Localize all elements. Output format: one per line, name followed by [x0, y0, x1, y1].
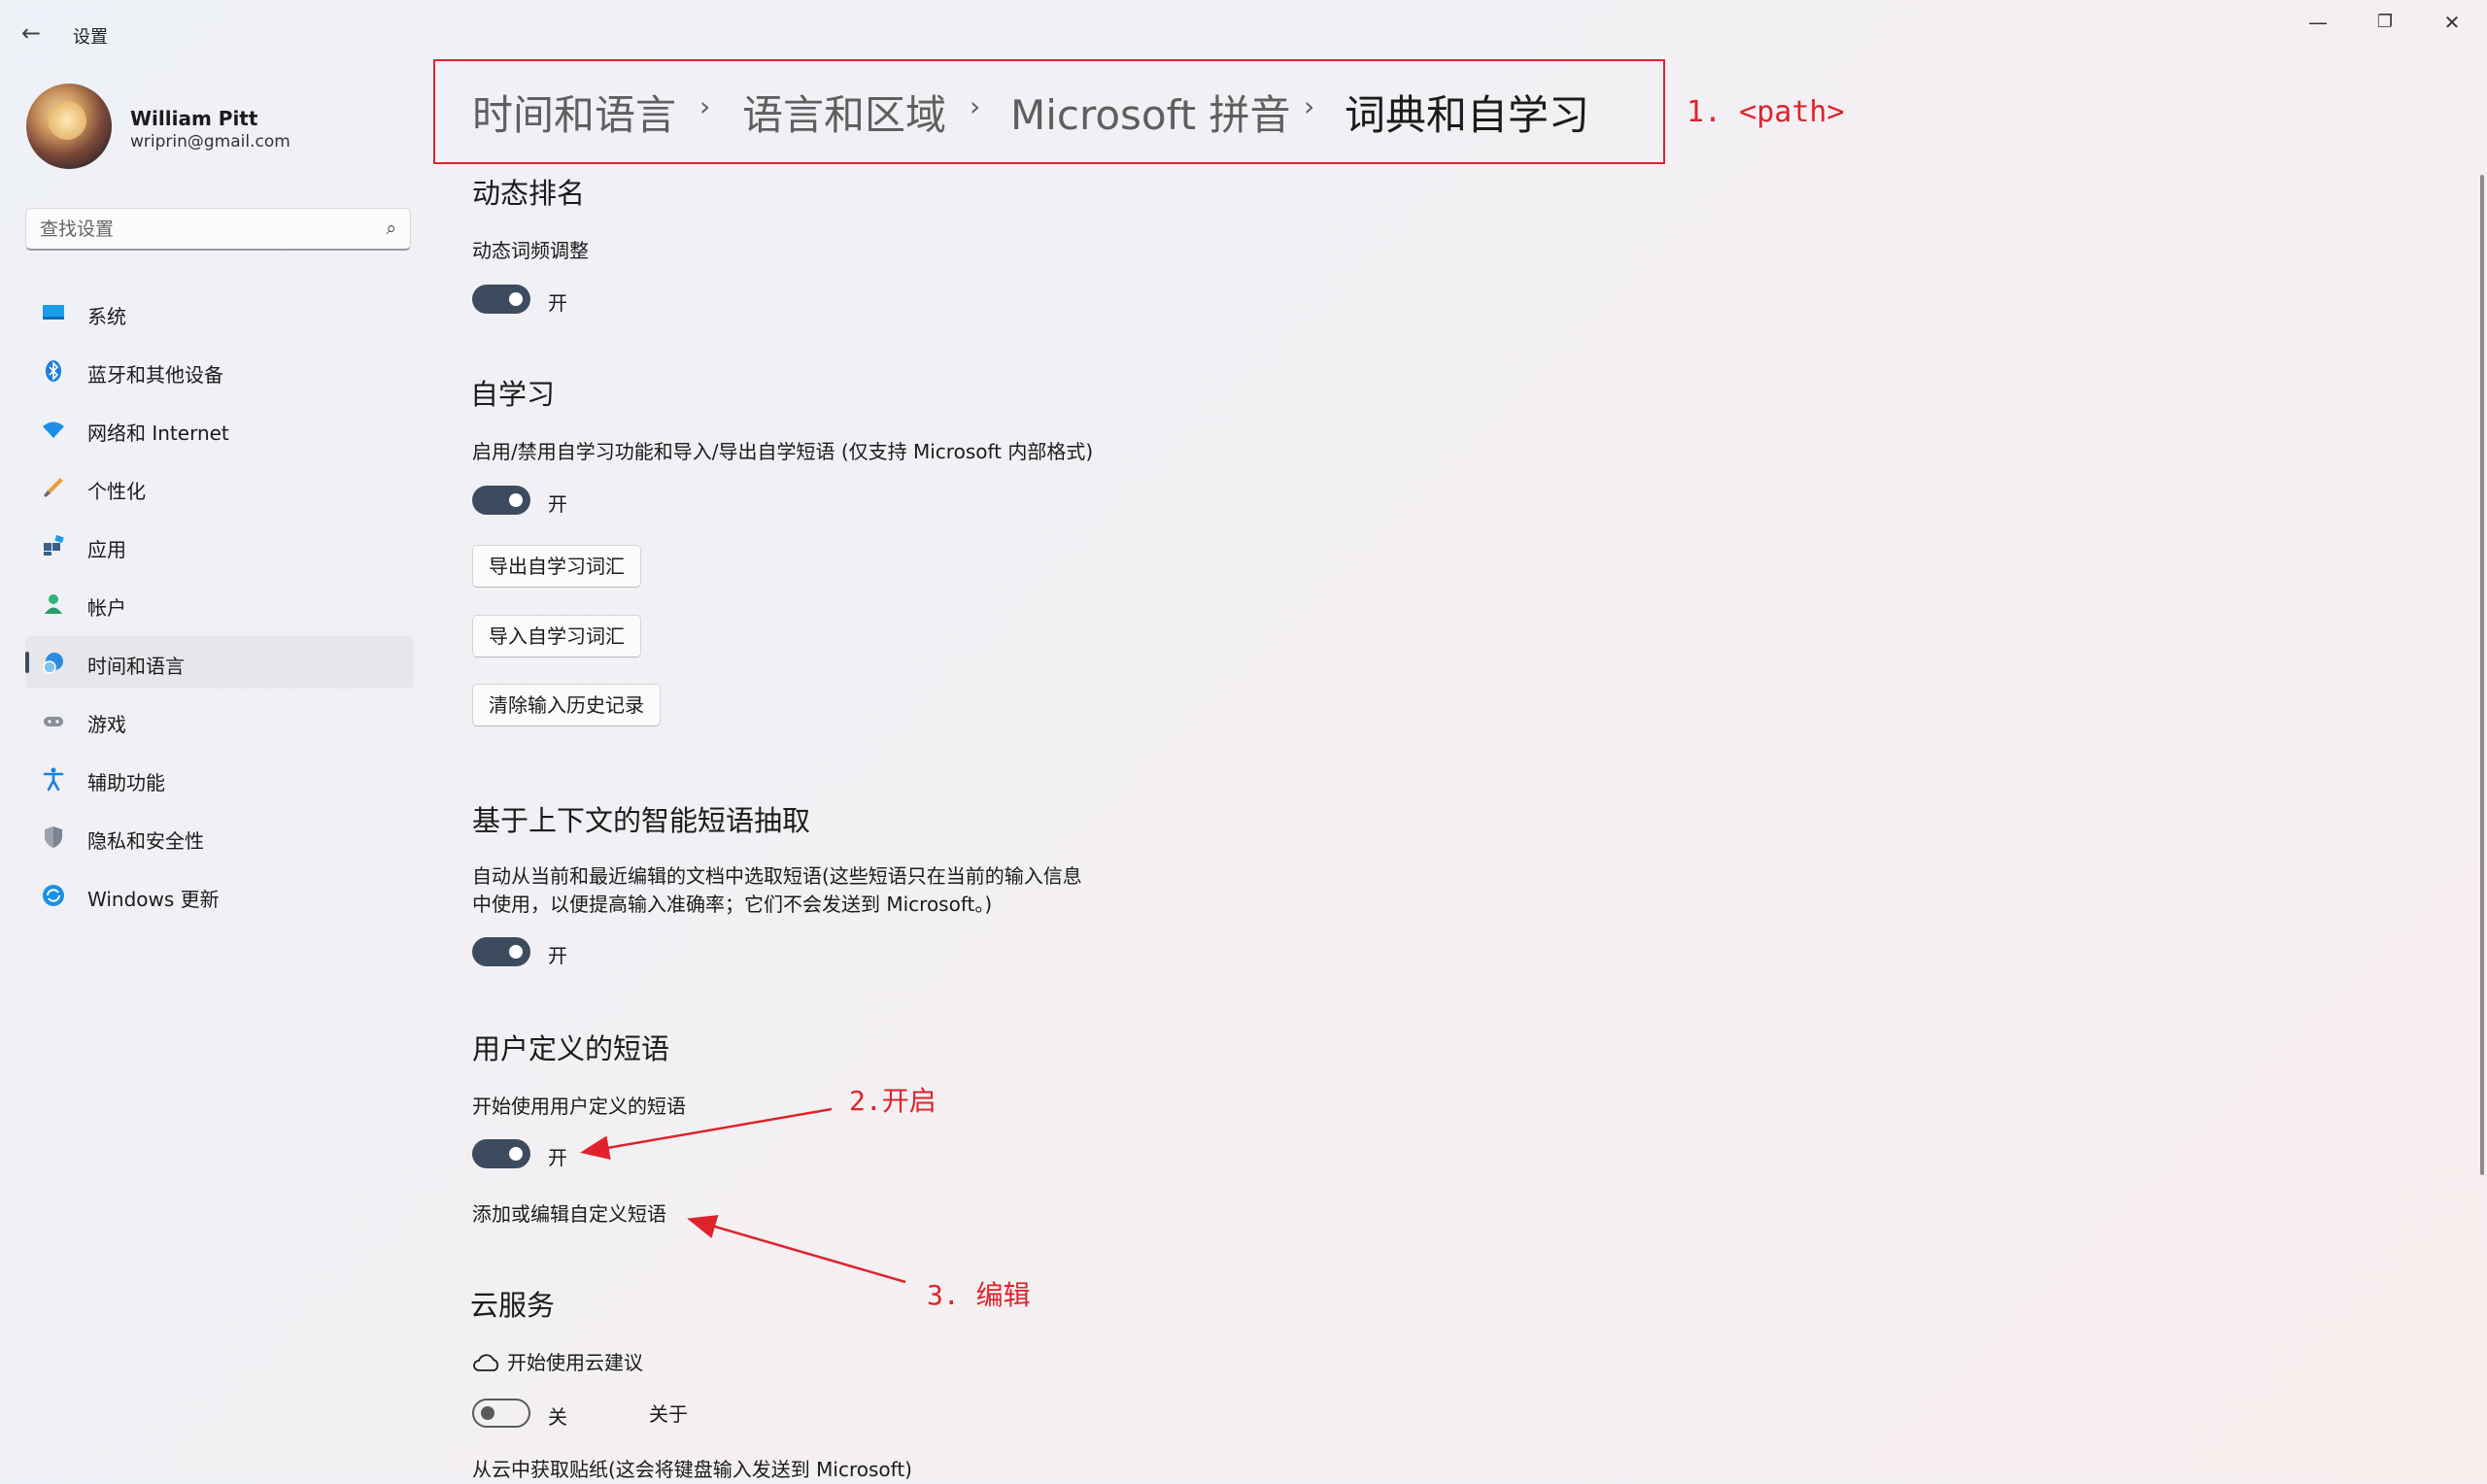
arrow-to-edit-link [687, 1214, 906, 1284]
arrow-to-user-phrases-toggle [580, 1107, 833, 1161]
scrollbar[interactable] [2480, 175, 2484, 1175]
annotation-arrows [580, 1107, 906, 1284]
